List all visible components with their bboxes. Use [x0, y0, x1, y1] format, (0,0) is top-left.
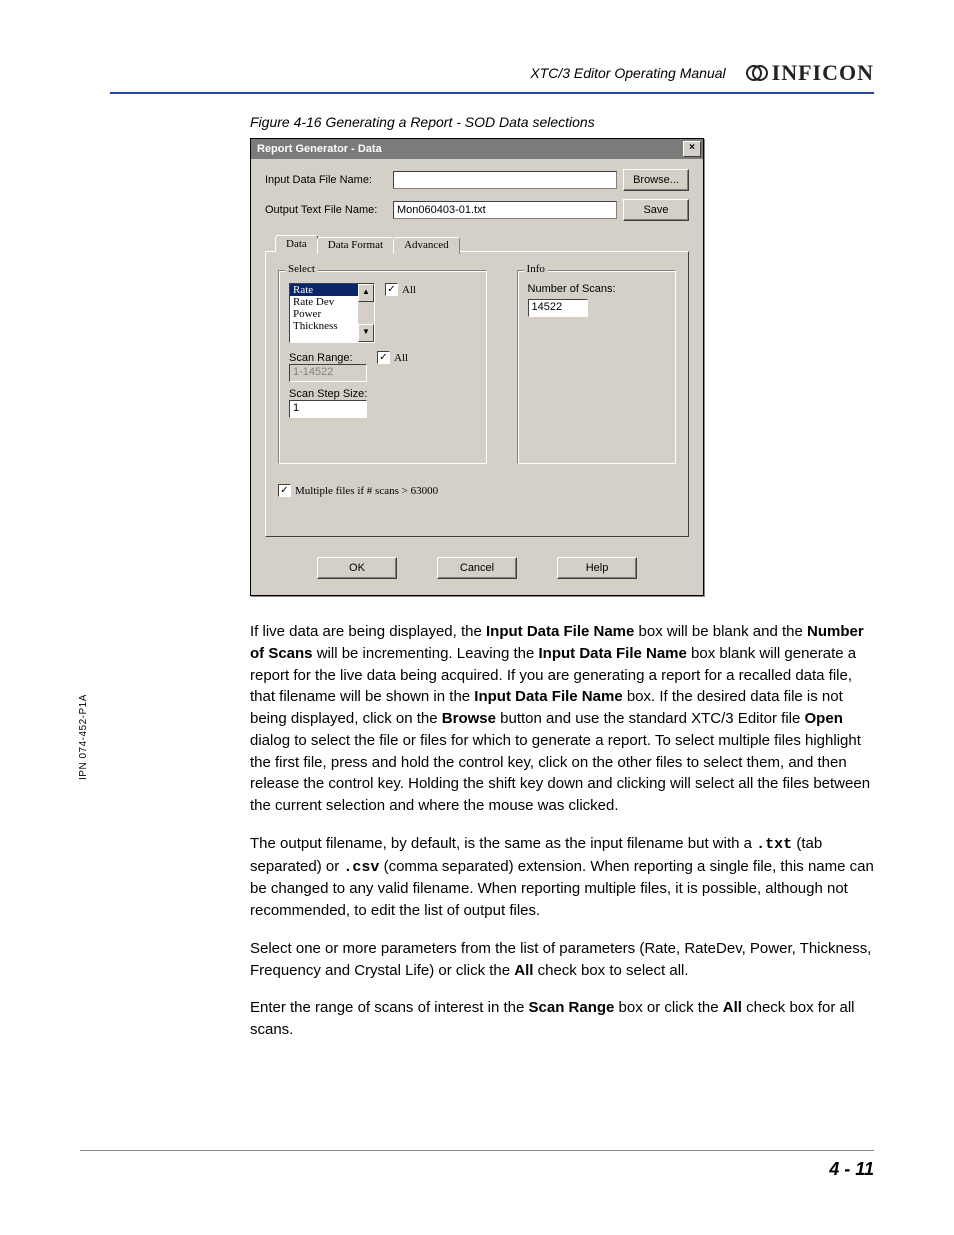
checkbox-icon[interactable]: ✓: [377, 351, 390, 364]
body-paragraph: Select one or more parameters from the l…: [250, 938, 880, 982]
page-header: XTC/3 Editor Operating Manual INFICON: [110, 60, 874, 94]
parameter-list[interactable]: Rate Rate Dev Power Thickness ▲ ▼: [289, 283, 375, 343]
side-ipn: IPN 074-452-P1A: [78, 694, 89, 780]
ok-button[interactable]: OK: [317, 557, 397, 579]
input-file-field[interactable]: [393, 171, 617, 189]
checkbox-icon[interactable]: ✓: [385, 283, 398, 296]
logo-icon: [746, 62, 768, 84]
info-groupbox: Info Number of Scans: 14522: [517, 270, 676, 464]
body-paragraph: Enter the range of scans of interest in …: [250, 997, 880, 1041]
multiple-files-checkbox[interactable]: ✓ Multiple files if # scans > 63000: [278, 484, 438, 497]
page-footer: 4 - 11: [80, 1150, 874, 1180]
scan-range-label: Scan Range:: [289, 352, 367, 364]
close-icon[interactable]: ×: [683, 141, 701, 157]
tab-data[interactable]: Data: [275, 235, 318, 252]
brand-logo: INFICON: [746, 60, 874, 86]
checkbox-icon[interactable]: ✓: [278, 484, 291, 497]
page-number: 4 - 11: [829, 1159, 874, 1179]
manual-title: XTC/3 Editor Operating Manual: [530, 65, 725, 81]
scroll-up-icon[interactable]: ▲: [358, 284, 374, 302]
body-paragraph: If live data are being displayed, the In…: [250, 621, 880, 817]
scroll-down-icon[interactable]: ▼: [358, 324, 374, 342]
select-groupbox: Select Rate Rate Dev Power Thickness ▲: [278, 270, 487, 464]
tab-advanced[interactable]: Advanced: [393, 237, 460, 254]
scan-range-field[interactable]: 1-14522: [289, 364, 367, 382]
body-paragraph: The output filename, by default, is the …: [250, 833, 880, 922]
scan-range-all-checkbox[interactable]: ✓ All: [377, 351, 408, 364]
tab-data-format[interactable]: Data Format: [317, 237, 394, 254]
cancel-button[interactable]: Cancel: [437, 557, 517, 579]
info-legend: Info: [524, 263, 548, 275]
save-button[interactable]: Save: [623, 199, 689, 221]
number-scans-label: Number of Scans:: [528, 283, 665, 295]
browse-button[interactable]: Browse...: [623, 169, 689, 191]
scan-step-label: Scan Step Size:: [289, 388, 476, 400]
output-file-label: Output Text File Name:: [265, 204, 387, 216]
figure-caption: Figure 4-16 Generating a Report - SOD Da…: [250, 114, 874, 130]
dialog-titlebar[interactable]: Report Generator - Data ×: [251, 139, 703, 159]
dialog-title: Report Generator - Data: [257, 143, 382, 155]
help-button[interactable]: Help: [557, 557, 637, 579]
report-generator-dialog: Report Generator - Data × Input Data Fil…: [250, 138, 704, 596]
input-file-label: Input Data File Name:: [265, 174, 387, 186]
scan-step-field[interactable]: 1: [289, 400, 367, 418]
select-all-checkbox[interactable]: ✓ All: [385, 283, 416, 296]
number-scans-value: 14522: [528, 299, 588, 317]
output-file-field[interactable]: [393, 201, 617, 219]
select-legend: Select: [285, 263, 318, 275]
